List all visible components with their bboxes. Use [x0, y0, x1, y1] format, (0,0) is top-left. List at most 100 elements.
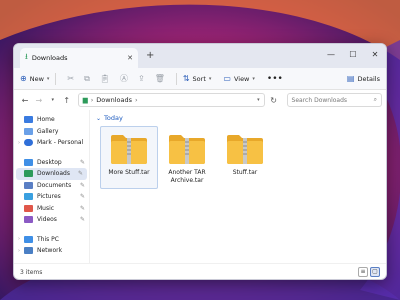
search-input[interactable]: Search Downloads ⌕: [286, 93, 383, 107]
download-icon: [24, 170, 33, 178]
share-icon[interactable]: ⇪: [138, 74, 145, 83]
group-label: Today: [104, 114, 123, 122]
file-name: More Stuff.tar: [108, 169, 150, 176]
file-name: Another TAR Archive.tar: [168, 169, 206, 184]
navigation-pane: Home Gallery › Mark - Personal Desktop ✎: [14, 110, 90, 263]
back-arrow-icon[interactable]: ←: [18, 96, 32, 105]
cut-icon[interactable]: ✂: [67, 74, 74, 83]
sidebar-item-label: Documents: [37, 181, 72, 189]
documents-icon: [24, 181, 33, 189]
file-item[interactable]: Stuff.tar: [216, 126, 274, 189]
sidebar-item-home[interactable]: Home: [14, 114, 89, 126]
gallery-icon: [24, 127, 33, 135]
item-count: 3 items: [20, 268, 43, 276]
file-item[interactable]: More Stuff.tar: [100, 126, 158, 189]
music-icon: [24, 204, 33, 212]
title-bar: ⭳ Downloads ✕ + — ☐ ✕: [14, 44, 386, 68]
sidebar-item-network[interactable]: › Network: [14, 245, 89, 257]
chevron-right-icon: ›: [90, 96, 94, 104]
sidebar-item-pictures[interactable]: Pictures ✎: [14, 191, 89, 203]
sidebar-item-label: Downloads: [37, 170, 70, 178]
view-icon: ▭: [223, 74, 231, 83]
rename-icon[interactable]: Ⓐ: [120, 73, 128, 84]
pin-icon: ✎: [79, 181, 85, 189]
details-view-icon[interactable]: ≡: [358, 267, 368, 277]
details-pane-icon: ▤: [346, 74, 355, 83]
pin-icon: ✎: [79, 204, 85, 212]
search-placeholder: Search Downloads: [291, 96, 348, 104]
download-folder-icon: ▆: [82, 96, 88, 104]
more-options-icon[interactable]: •••: [267, 74, 283, 84]
refresh-icon[interactable]: ↻: [267, 96, 281, 105]
copy-icon[interactable]: ⧉: [84, 74, 90, 84]
delete-icon[interactable]: 🗑︎: [155, 74, 165, 83]
tiles-view-icon[interactable]: ▢: [370, 267, 380, 277]
sidebar-item-music[interactable]: Music ✎: [14, 203, 89, 215]
breadcrumb-downloads[interactable]: Downloads: [96, 96, 132, 104]
status-bar: 3 items ≡ ▢: [14, 263, 386, 279]
forward-arrow-icon[interactable]: →: [32, 96, 46, 105]
sidebar-item-downloads[interactable]: Downloads ✎: [16, 168, 87, 180]
group-header-today[interactable]: ⌄ Today: [96, 114, 380, 122]
chevron-down-icon: ⌄: [96, 114, 102, 122]
chevron-down-icon: ▾: [252, 75, 255, 82]
details-button[interactable]: ▤ Details: [347, 74, 380, 83]
sidebar-item-label: Network: [37, 247, 63, 255]
maximize-icon[interactable]: ☐: [342, 44, 364, 68]
sidebar-item-label: Gallery: [37, 127, 59, 135]
sidebar-item-label: Videos: [37, 216, 57, 224]
sidebar-item-label: This PC: [37, 235, 59, 243]
zip-folder-icon: [227, 135, 263, 164]
pictures-icon: [24, 193, 33, 201]
window-controls: — ☐ ✕: [320, 44, 386, 68]
toolbar-divider: [175, 72, 177, 85]
paste-icon[interactable]: 📋︎: [100, 74, 110, 83]
sidebar-item-mark-personal[interactable]: › Mark - Personal: [14, 137, 89, 149]
chevron-down-icon: ▾: [46, 75, 50, 82]
view-button-label: View: [233, 74, 250, 83]
new-button-label: New: [29, 74, 44, 83]
file-list-area: ⌄ Today More Stuff.tar Another TAR Archi…: [90, 110, 386, 263]
chevron-right-icon: ›: [135, 96, 138, 104]
tab-downloads[interactable]: ⭳ Downloads ✕: [20, 48, 138, 68]
sidebar-item-videos[interactable]: Videos ✎: [14, 214, 89, 226]
plus-icon: ⊕: [20, 74, 27, 83]
new-tab-button[interactable]: +: [146, 50, 154, 61]
toolbar-divider: [55, 72, 57, 85]
sidebar-item-label: Pictures: [37, 193, 61, 201]
close-tab-icon[interactable]: ✕: [127, 54, 133, 62]
pin-icon: ✎: [77, 170, 83, 178]
explorer-body: Home Gallery › Mark - Personal Desktop ✎: [14, 110, 386, 263]
sort-icon: ⇅: [182, 74, 190, 83]
sort-button[interactable]: ⇅ Sort ▾: [183, 74, 212, 83]
file-item[interactable]: Another TAR Archive.tar: [158, 126, 216, 189]
minimize-icon[interactable]: —: [320, 44, 342, 68]
sidebar-item-desktop[interactable]: Desktop ✎: [14, 157, 89, 169]
view-button[interactable]: ▭ View ▾: [223, 74, 255, 83]
sidebar-item-label: Music: [37, 204, 55, 212]
pin-icon: ✎: [79, 216, 85, 224]
address-bar-row: ← → ▾ ↑ ▆ › Downloads › ▾ ↻ Search Downl…: [14, 90, 386, 110]
tab-title: Downloads: [31, 54, 68, 62]
chevron-down-icon[interactable]: ▾: [257, 97, 260, 103]
search-icon: ⌕: [373, 96, 378, 103]
sidebar-item-label: Mark - Personal: [37, 139, 84, 147]
zip-folder-icon: [169, 135, 205, 164]
sort-button-label: Sort: [192, 74, 206, 83]
sidebar-item-this-pc[interactable]: › This PC: [14, 234, 89, 246]
sidebar-item-label: Home: [37, 116, 55, 124]
close-window-icon[interactable]: ✕: [364, 44, 386, 68]
sidebar-item-gallery[interactable]: Gallery: [14, 126, 89, 138]
sidebar-item-label: Desktop: [37, 158, 62, 166]
download-icon: ⭳: [25, 52, 28, 61]
recent-locations-icon[interactable]: ▾: [46, 97, 60, 103]
desktop-icon: [24, 158, 33, 166]
sidebar-item-documents[interactable]: Documents ✎: [14, 180, 89, 192]
address-field[interactable]: ▆ › Downloads › ▾: [77, 93, 265, 107]
new-button[interactable]: ⊕ New ▾: [20, 74, 49, 83]
details-button-label: Details: [357, 74, 380, 83]
chevron-down-icon: ▾: [208, 75, 212, 82]
up-arrow-icon[interactable]: ↑: [60, 96, 74, 105]
